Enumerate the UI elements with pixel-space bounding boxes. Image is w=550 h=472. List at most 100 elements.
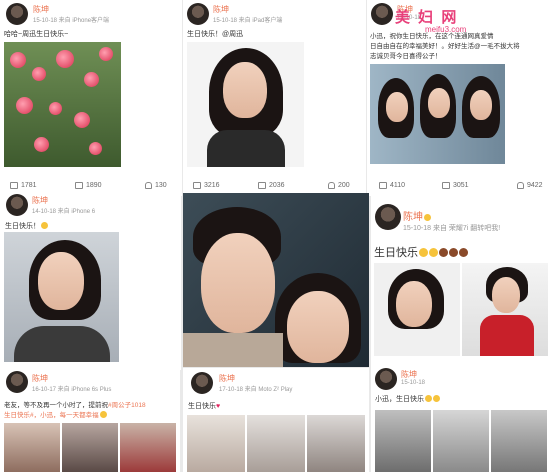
rose: [56, 50, 74, 68]
rose: [16, 97, 33, 114]
thumbs-up-icon: [145, 182, 152, 189]
face: [470, 90, 492, 120]
user-name[interactable]: 陈坤: [32, 195, 48, 206]
comment-button[interactable]: 3051: [442, 182, 469, 189]
avatar[interactable]: [187, 3, 209, 25]
user-name[interactable]: 陈坤: [32, 373, 48, 384]
thumb-3[interactable]: [307, 415, 365, 472]
user-name[interactable]: 陈坤: [33, 4, 49, 15]
post-text: 生日快乐: [374, 244, 468, 260]
share-button[interactable]: 1781: [10, 182, 37, 189]
comment-button[interactable]: 2036: [258, 182, 285, 189]
rose: [32, 67, 46, 81]
post-text: 日自由自在的幸福美好！。好好生活@一毛不拔大将: [370, 43, 520, 50]
thumb-3[interactable]: [491, 410, 547, 472]
avatar[interactable]: [375, 204, 401, 230]
share-icon: [10, 182, 18, 189]
avatar[interactable]: [191, 372, 213, 394]
share-button[interactable]: 4110: [379, 182, 405, 189]
post-card-1: 陈坤 15-10-18 来自 iPhone客户端 哈哈~周迅生日快乐~ 1781…: [0, 0, 182, 196]
post-photo[interactable]: [4, 232, 119, 362]
like-button[interactable]: 200: [328, 182, 350, 189]
post-photo[interactable]: [187, 42, 304, 167]
post-card-8: 陈坤 17-10-18 来自 Moto Z² Play 生日快乐♥: [183, 368, 369, 472]
thumb-2[interactable]: [247, 415, 305, 472]
share-button[interactable]: 3216: [193, 182, 220, 189]
thumbs-up-icon: [328, 182, 335, 189]
face: [201, 233, 275, 333]
avatar[interactable]: [6, 194, 28, 216]
rose: [89, 142, 102, 155]
like-button[interactable]: 130: [145, 182, 167, 189]
post-photo[interactable]: [183, 193, 369, 367]
emoji: [433, 395, 440, 402]
thumb-2[interactable]: [433, 410, 489, 472]
emoji: [449, 248, 458, 257]
rose: [74, 112, 90, 128]
post-card-7: 陈坤 16-10-17 来自 iPhone 6s Plus 老友，等不及再一个小…: [0, 368, 180, 472]
avatar[interactable]: [6, 371, 28, 393]
post-card-4: 陈坤 14-10-18 来自 iPhone 6 生日快乐！: [0, 190, 181, 370]
thumb-3[interactable]: [120, 423, 176, 472]
post-text: 小迅，生日快乐: [375, 394, 440, 404]
share-icon: [379, 182, 387, 189]
post-meta: 17-10-18 来自 Moto Z² Play: [219, 387, 293, 393]
avatar[interactable]: [375, 368, 397, 390]
rose: [34, 137, 49, 152]
thumb-2[interactable]: [62, 423, 118, 472]
shoulder: [14, 326, 110, 362]
emoji: [99, 411, 107, 418]
face: [492, 277, 520, 313]
user-name[interactable]: 陈坤: [401, 369, 417, 380]
post-meta: 15-10-18 来自 iPad客户端: [213, 18, 283, 24]
comment-button[interactable]: 1890: [75, 182, 102, 189]
comment-icon: [442, 182, 450, 189]
emoji: [419, 248, 428, 257]
post-card-2: 陈坤 15-10-18 来自 iPad客户端 生日快乐！@周迅 3216 203…: [183, 0, 366, 196]
post-text: 哈哈~周迅生日快乐~: [4, 31, 69, 38]
face: [396, 281, 432, 327]
post-meta: 15-10-18 来自 iPhone客户端: [33, 18, 110, 24]
emoji: [439, 248, 448, 257]
rose: [99, 47, 113, 61]
post-photo-1[interactable]: [374, 263, 460, 356]
user-name[interactable]: 陈坤: [219, 373, 235, 384]
avatar[interactable]: [371, 3, 393, 25]
face: [428, 88, 450, 118]
post-photo[interactable]: [370, 64, 505, 164]
heart-icon: ♥: [216, 403, 221, 410]
rose: [49, 102, 62, 115]
face: [223, 62, 267, 118]
rose: [10, 52, 26, 68]
post-meta: 16-10-17 来自 iPhone 6s Plus: [32, 387, 112, 393]
face: [386, 92, 408, 122]
thumb-1[interactable]: [4, 423, 60, 472]
emoji: [425, 395, 432, 402]
user-name[interactable]: 陈坤: [213, 4, 229, 15]
post-text: 老友，等不及再一个小时了，提前祝#周公子1018: [4, 402, 146, 409]
post-photo-2[interactable]: [462, 263, 548, 356]
emoji: [424, 214, 431, 221]
post-photo[interactable]: [4, 42, 121, 167]
post-meta: 14-10-18 来自 iPhone 6: [32, 209, 96, 215]
like-button[interactable]: 9422: [517, 182, 543, 189]
thumb-1[interactable]: [375, 410, 431, 472]
avatar[interactable]: [6, 3, 28, 25]
user-name[interactable]: 陈坤: [403, 208, 431, 223]
post-text: 志诚贝哥今日喜得公子！: [370, 53, 442, 60]
post-meta: 15-10-18: [401, 380, 426, 386]
emoji: [459, 248, 468, 257]
post-meta: 15-10-18 来自 荣耀7i 翻转吧我!: [403, 225, 501, 232]
watermark-logo: 美 妇 网: [395, 9, 459, 26]
post-card-selfie: [183, 193, 369, 367]
hashtag[interactable]: #周公子1018: [108, 402, 146, 409]
post-text: 生日快乐#，小迅，每一天都幸福: [4, 409, 107, 419]
shirt: [183, 333, 283, 367]
comment-icon: [75, 182, 83, 189]
face: [287, 291, 349, 363]
dress: [207, 130, 285, 167]
post-card-9: 陈坤 15-10-18 小迅，生日快乐: [371, 364, 550, 472]
thumb-1[interactable]: [187, 415, 245, 472]
face: [38, 252, 84, 310]
smile-emoji: [41, 222, 48, 229]
